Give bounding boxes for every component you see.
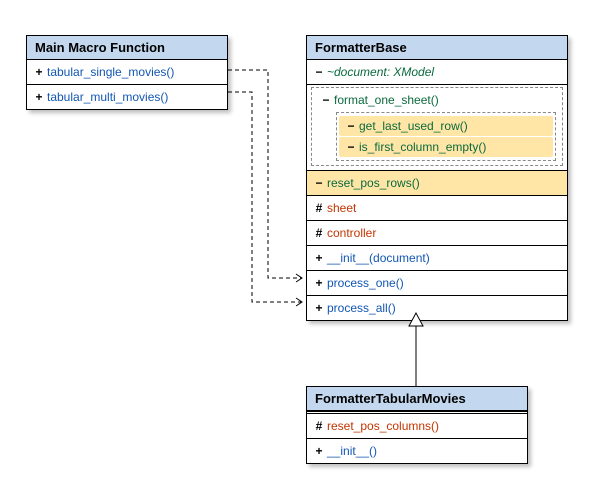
method-row: − reset_pos_rows() — [307, 171, 567, 196]
method-name: process_all() — [327, 301, 396, 315]
visibility-icon: # — [311, 226, 327, 240]
method-name: process_one() — [327, 276, 404, 290]
attr-row: # controller — [307, 221, 567, 246]
attr-row: # sheet — [307, 196, 567, 221]
method-name: reset_pos_rows() — [327, 176, 420, 190]
method-row: − is_first_column_empty() — [339, 137, 553, 157]
visibility-icon: − — [318, 93, 334, 107]
method-row: − format_one_sheet() — [314, 90, 560, 110]
visibility-icon: − — [311, 65, 327, 79]
visibility-icon: − — [311, 176, 327, 190]
method-row: # reset_pos_columns() — [307, 414, 527, 439]
method-name: __init__() — [327, 444, 377, 458]
visibility-icon: + — [311, 276, 327, 290]
method-row: + process_all() — [307, 296, 567, 320]
method-name: tabular_single_movies() — [47, 65, 174, 79]
class-formatter-tabular-movies: FormatterTabularMovies # reset_pos_colum… — [306, 386, 528, 464]
attr-name: controller — [327, 226, 376, 240]
visibility-icon: + — [311, 301, 327, 315]
attr-name: ~document: XModel — [327, 65, 434, 79]
method-name: reset_pos_columns() — [327, 419, 439, 433]
method-row: + __init__(document) — [307, 246, 567, 271]
visibility-icon: # — [311, 419, 327, 433]
method-row: + tabular_multi_movies() — [27, 85, 227, 109]
method-row: − get_last_used_row() — [339, 116, 553, 136]
attr-name: sheet — [327, 201, 356, 215]
visibility-icon: + — [31, 65, 47, 79]
method-name: get_last_used_row() — [359, 119, 468, 133]
method-row: + process_one() — [307, 271, 567, 296]
visibility-icon: − — [343, 119, 359, 133]
class-title-main-macro: Main Macro Function — [27, 36, 227, 60]
visibility-icon: + — [311, 444, 327, 458]
dashed-group: − format_one_sheet() − get_last_used_row… — [307, 87, 567, 171]
class-title-formatter-tabular-movies: FormatterTabularMovies — [307, 387, 527, 411]
visibility-icon: + — [31, 90, 47, 104]
attr-row: − ~document: XModel — [307, 60, 567, 85]
method-name: tabular_multi_movies() — [47, 90, 168, 104]
class-title-formatter-base: FormatterBase — [307, 36, 567, 60]
visibility-icon: + — [311, 251, 327, 265]
method-row: + tabular_single_movies() — [27, 60, 227, 85]
visibility-icon: − — [343, 140, 359, 154]
class-main-macro: Main Macro Function + tabular_single_mov… — [26, 35, 228, 110]
class-formatter-base: FormatterBase − ~document: XModel − form… — [306, 35, 568, 321]
method-name: format_one_sheet() — [334, 93, 439, 107]
method-name: is_first_column_empty() — [359, 140, 486, 154]
method-row: + __init__() — [307, 439, 527, 463]
nested-dashed-group: − get_last_used_row() − is_first_column_… — [336, 112, 556, 161]
method-name: __init__(document) — [327, 251, 430, 265]
visibility-icon: # — [311, 201, 327, 215]
